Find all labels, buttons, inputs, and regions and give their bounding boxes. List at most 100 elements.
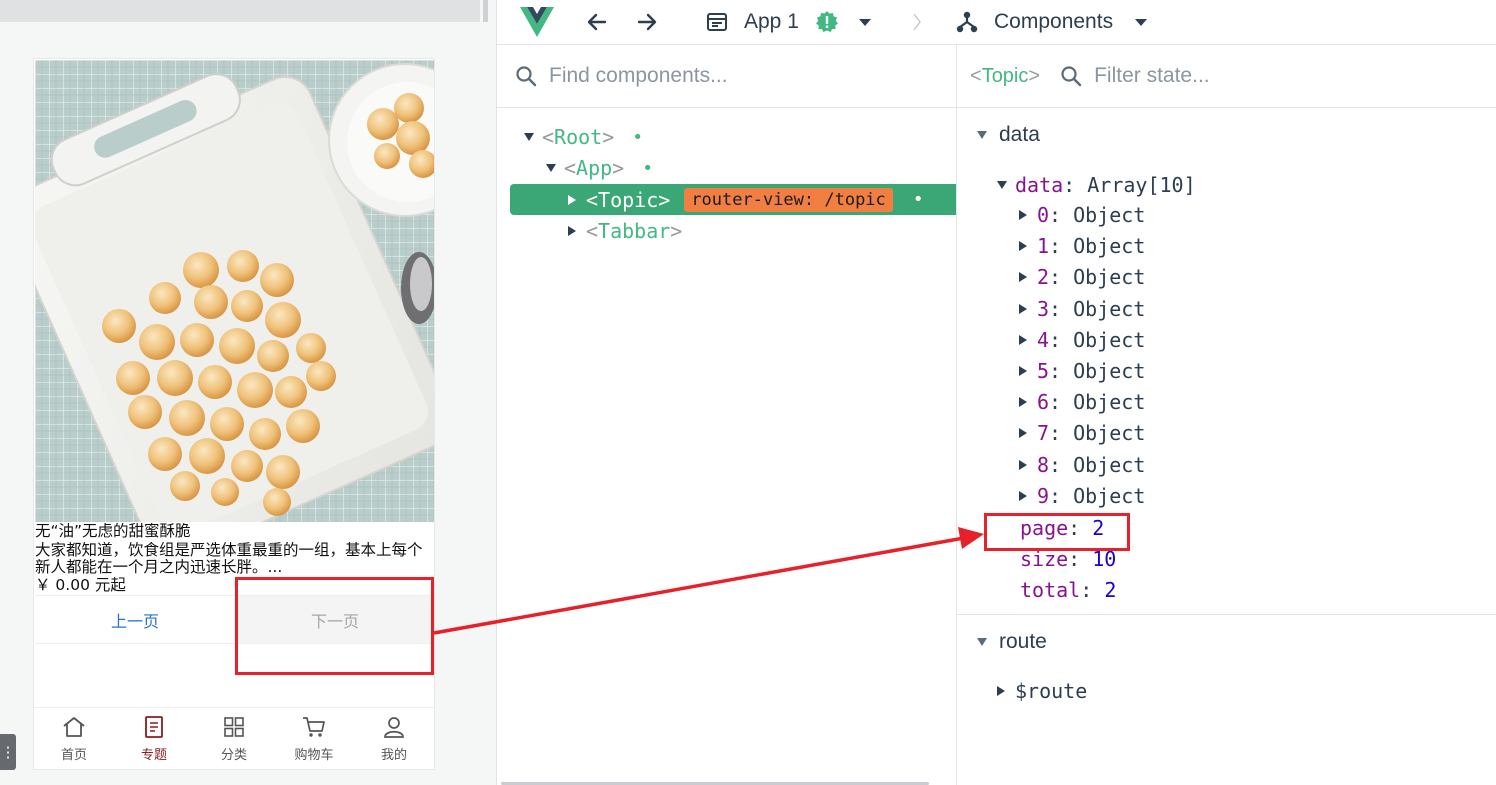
expand-toggle-icon[interactable]	[568, 226, 576, 236]
prop-total[interactable]: total: 2	[1020, 575, 1116, 605]
pastry-puff	[116, 361, 150, 395]
pastry-puff	[128, 395, 162, 429]
expand-toggle-icon[interactable]	[524, 133, 534, 141]
search-icon	[1061, 66, 1082, 87]
selected-component-tag: <Topic>	[970, 65, 1040, 88]
array-item-row[interactable]: 3: Object	[1019, 294, 1145, 324]
prop-key: 7	[1037, 421, 1050, 446]
prop-data-array[interactable]: data: Array[10]	[997, 170, 1196, 200]
expand-toggle-icon[interactable]	[1019, 241, 1027, 252]
article-title[interactable]: 无“油”无虑的甜蜜酥脆	[35, 523, 433, 540]
prop-colon: :	[1049, 203, 1062, 227]
pastry-puff	[211, 478, 239, 506]
pastry-puff	[231, 450, 263, 482]
tab-cart[interactable]: 购物车	[274, 708, 354, 769]
tab-topic[interactable]: 专题	[114, 708, 194, 769]
prop-value: Object	[1073, 327, 1146, 352]
prop-value: Object	[1073, 234, 1146, 259]
instance-dot-icon: •	[632, 126, 644, 148]
expand-toggle-icon[interactable]	[1019, 459, 1027, 470]
expand-toggle-icon[interactable]	[1019, 397, 1027, 408]
expand-toggle-icon[interactable]	[1019, 210, 1027, 220]
array-item-row[interactable]: 6: Object	[1019, 387, 1145, 417]
components-tree-icon	[956, 11, 978, 33]
expand-toggle-icon[interactable]	[997, 181, 1007, 189]
prev-page-button[interactable]: 上一页	[35, 596, 235, 643]
tab-category[interactable]: 分类	[194, 708, 274, 769]
find-components-input[interactable]	[549, 64, 929, 88]
expand-toggle-icon[interactable]	[1019, 366, 1027, 376]
prop-key: 2	[1037, 265, 1050, 290]
expand-toggle-icon[interactable]	[1019, 334, 1027, 345]
pastry-puff	[148, 437, 182, 471]
find-components-bar	[497, 45, 956, 108]
expand-toggle-icon[interactable]	[546, 164, 556, 172]
collapse-toggle-icon[interactable]	[977, 638, 987, 646]
array-item-row[interactable]: 0: Object	[1019, 200, 1145, 230]
pastry-puff	[139, 324, 175, 360]
prop-route[interactable]: $route	[997, 676, 1087, 706]
tab-label: 专题	[140, 748, 167, 763]
route-section-header[interactable]: route	[977, 630, 1047, 654]
prop-value: Object	[1073, 296, 1146, 321]
vue-logo[interactable]	[520, 0, 554, 44]
tag-close-bracket: >	[658, 187, 671, 212]
tree-node-tabbar[interactable]: < Tabbar >	[568, 216, 682, 246]
app-selector[interactable]: App 1	[705, 0, 871, 44]
prop-value: Object	[1073, 483, 1146, 508]
sidebar-handle[interactable]: ⋮	[0, 734, 16, 770]
array-item-row[interactable]: 4: Object	[1019, 325, 1145, 355]
pastry-puff	[194, 285, 228, 319]
prop-colon: :	[1063, 173, 1076, 197]
pastry-puff	[102, 309, 136, 343]
array-item-row[interactable]: 2: Object	[1019, 262, 1145, 292]
prop-value[interactable]: 2	[1104, 578, 1116, 602]
section-selector[interactable]: Components	[956, 0, 1148, 44]
devtools-toolbar: App 1 Components	[497, 0, 1496, 45]
chevron-down-icon	[1135, 18, 1148, 26]
prop-key: 4	[1037, 327, 1050, 352]
article-cover-image[interactable]	[35, 60, 435, 522]
prop-colon: :	[1049, 327, 1062, 352]
array-item-row[interactable]: 1: Object	[1019, 231, 1145, 261]
component-name: Topic	[981, 64, 1029, 87]
tree-node-topic-selected[interactable]: < Topic > router-view: /topic •	[510, 184, 956, 215]
tag-close-bracket: >	[670, 219, 683, 243]
filter-state-input[interactable]	[1094, 64, 1455, 88]
tab-mine[interactable]: 我的	[354, 708, 434, 769]
array-item-row[interactable]: 5: Object	[1019, 356, 1145, 386]
prop-colon: :	[1049, 359, 1062, 383]
router-view-badge: router-view: /topic	[684, 187, 893, 212]
tag-open-bracket: <	[586, 219, 599, 243]
app-window-icon	[707, 13, 727, 31]
expand-toggle-icon[interactable]	[1019, 272, 1027, 283]
pastry-puff	[210, 407, 244, 441]
pastry-puff	[257, 340, 289, 372]
pastry-puff	[275, 376, 307, 408]
forward-button[interactable]	[635, 0, 659, 44]
expand-toggle-icon[interactable]	[1019, 303, 1027, 314]
prop-colon: :	[1049, 421, 1062, 446]
expand-toggle-icon[interactable]	[997, 686, 1005, 696]
tag-close-bracket: >	[1028, 64, 1041, 87]
back-button[interactable]	[585, 0, 609, 44]
annotation-box-page-value	[984, 513, 1130, 551]
tree-node-root[interactable]: < Root > •	[524, 122, 643, 152]
data-section-header[interactable]: data	[977, 123, 1040, 147]
expand-toggle-icon[interactable]	[568, 194, 576, 205]
pastry-puff	[149, 282, 181, 314]
expand-toggle-icon[interactable]	[1019, 490, 1027, 501]
collapse-toggle-icon[interactable]	[977, 131, 987, 139]
component-name: App	[576, 156, 613, 180]
tab-home[interactable]: 首页	[34, 708, 114, 769]
component-name: Topic	[598, 187, 659, 212]
tree-node-app[interactable]: < App > •	[546, 153, 653, 183]
topic-icon	[145, 716, 163, 738]
array-item-row[interactable]: 7: Object	[1019, 418, 1145, 448]
array-item-row[interactable]: 8: Object	[1019, 450, 1145, 480]
expand-toggle-icon[interactable]	[1019, 428, 1027, 439]
arrow-left-icon	[587, 13, 607, 31]
array-item-row[interactable]: 9: Object	[1019, 481, 1145, 511]
pastry-puff	[227, 250, 259, 282]
prop-key: 9	[1037, 483, 1050, 508]
